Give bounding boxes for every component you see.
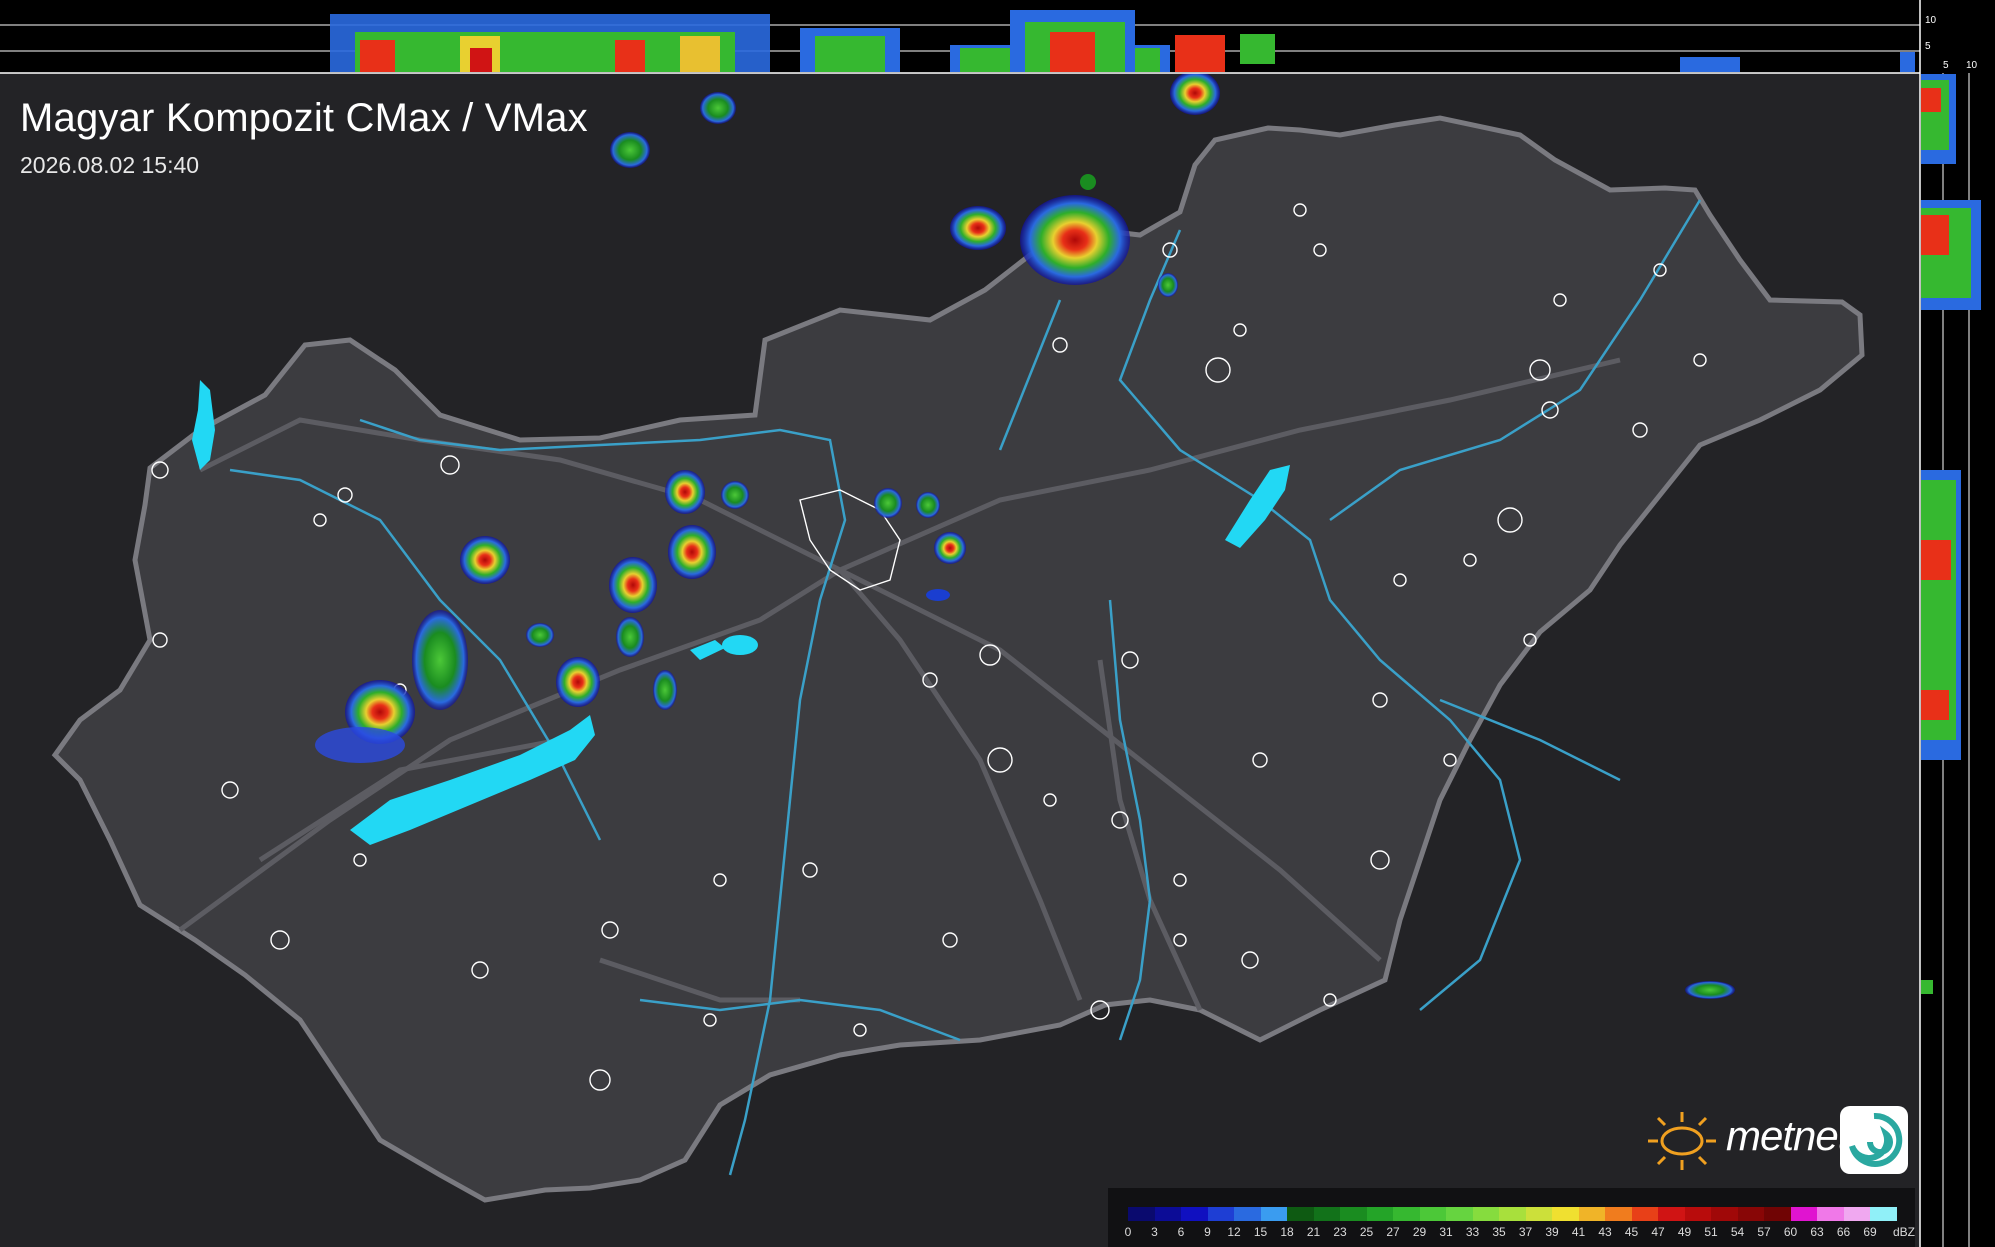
legend-color-bar [1128,1207,1897,1221]
legend-swatch [1843,1207,1870,1221]
legend-tick: 51 [1704,1225,1718,1239]
legend-tick: 43 [1598,1225,1612,1239]
legend-swatch [1684,1207,1711,1221]
legend-swatch [1658,1207,1685,1221]
top-scale-label-10: 10 [1925,15,1937,26]
legend-swatch [1366,1207,1393,1221]
legend-tick: 0 [1124,1225,1132,1239]
legend-tick: 63 [1810,1225,1824,1239]
legend-swatch [1790,1207,1817,1221]
legend-swatch [1764,1207,1791,1221]
legend-tick: 33 [1465,1225,1480,1239]
legend-swatch [1472,1207,1499,1221]
legend-swatch [1234,1207,1261,1221]
legend-tick: 15 [1253,1225,1268,1239]
legend-tick: 9 [1204,1225,1211,1239]
legend-swatch [1578,1207,1605,1221]
legend-tick: 27 [1386,1225,1400,1239]
legend-swatch [1870,1207,1897,1221]
legend-swatch [1605,1207,1632,1221]
dbz-legend: 0 3 6 9 12 15 18 21 23 25 27 29 31 33 35 37 39 41 43 45 47 49… [1108,1188,1915,1247]
timestamp: 2026.08.02 15:40 [20,152,200,178]
legend-tick: 6 [1177,1225,1185,1239]
legend-swatch [1313,1207,1340,1221]
legend-swatch [1419,1207,1446,1221]
metnet-logo: metnet [1636,1104,1908,1178]
legend-tick: 35 [1492,1225,1506,1239]
legend-tick: 18 [1280,1225,1294,1239]
sun-icon [1648,1112,1716,1170]
legend-tick: 41 [1571,1225,1586,1239]
legend-swatch [1499,1207,1526,1221]
legend-swatch [1207,1207,1234,1221]
right-profile-strip [1919,0,1995,1247]
legend-tick: 37 [1518,1225,1533,1239]
top-scale-label-5: 5 [1925,41,1931,52]
swirl-icon [1849,1112,1903,1167]
legend-swatch [1446,1207,1473,1221]
logo-text: metnet [1726,1112,1849,1159]
legend-tick: 25 [1359,1225,1374,1239]
legend-swatch [1552,1207,1579,1221]
legend-tick: 12 [1227,1225,1241,1239]
legend-tick: 54 [1730,1225,1745,1239]
legend-swatch [1737,1207,1764,1221]
legend-swatch [1181,1207,1208,1221]
legend-swatch [1817,1207,1844,1221]
metnet-badge [1840,1106,1908,1174]
legend-swatch [1287,1207,1314,1221]
right-scale-label-10: 10 [1966,60,1978,71]
page-title: Magyar Kompozit CMax / VMax [20,96,588,140]
radar-map[interactable]: Magyar Kompozit CMax / VMax 2026.08.02 1… [0,0,1995,1247]
legend-swatch [1260,1207,1287,1221]
legend-tick-labels: 0 3 6 9 12 15 18 21 23 25 27 29 31 33 35 37 39 41 43 45 47 49… [1124,1225,1918,1241]
top-profile-strip [0,0,1920,74]
legend-swatch [1154,1207,1181,1221]
legend-swatch [1393,1207,1420,1221]
legend-tick: 66 [1836,1225,1851,1239]
legend-tick: 3 [1151,1225,1158,1239]
right-scale-label-5: 5 [1943,60,1949,71]
legend-tick: 31 [1439,1225,1453,1239]
legend-tick: 29 [1412,1225,1427,1239]
legend-swatch [1525,1207,1552,1221]
legend-swatch [1631,1207,1658,1221]
legend-tick: 47 [1651,1225,1665,1239]
legend-tick: 69 [1863,1225,1877,1239]
legend-swatch [1711,1207,1738,1221]
map-canvas [0,0,1995,1247]
legend-swatch [1128,1207,1155,1221]
legend-tick: 45 [1624,1225,1639,1239]
legend-swatch [1340,1207,1367,1221]
legend-tick: 21 [1306,1225,1321,1239]
legend-unit: dBZ [1893,1225,1916,1239]
legend-tick: 39 [1545,1225,1559,1239]
legend-tick: 23 [1333,1225,1347,1239]
legend-tick: 57 [1757,1225,1771,1239]
legend-tick: 60 [1783,1225,1798,1239]
legend-tick: 49 [1677,1225,1692,1239]
